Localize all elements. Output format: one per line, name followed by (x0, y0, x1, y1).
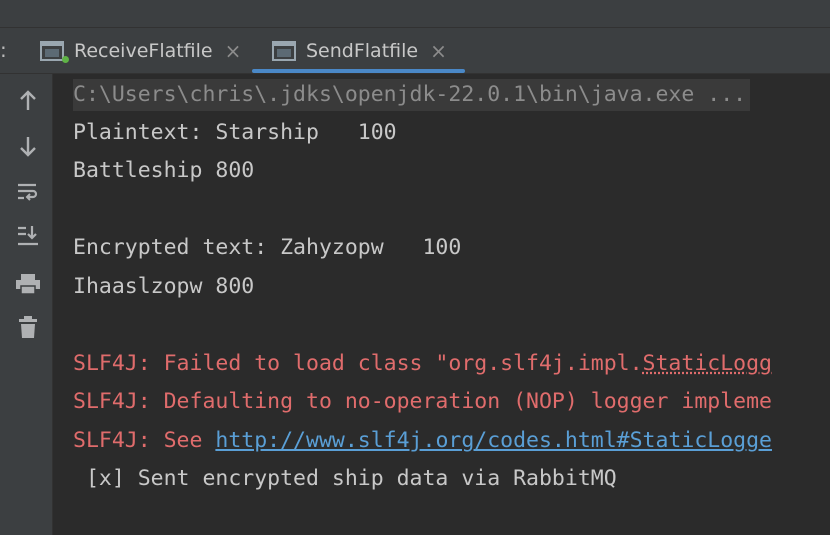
scroll-to-end-icon[interactable] (13, 221, 43, 251)
clear-all-icon[interactable] (13, 312, 43, 342)
error-line: SLF4J: Failed to load class "org.slf4j.i… (73, 348, 772, 380)
scroll-down-icon[interactable] (13, 131, 43, 161)
running-indicator-icon (62, 55, 69, 63)
slf4j-docs-link[interactable]: http://www.slf4j.org/codes.html#StaticLo… (215, 428, 772, 453)
title-strip (0, 0, 830, 28)
error-class-reference[interactable]: StaticLogg (643, 351, 772, 376)
console-window-icon (40, 40, 69, 63)
error-text: SLF4J: See (73, 428, 216, 453)
print-icon[interactable] (13, 269, 43, 299)
command-line[interactable]: C:\Users\chris\.jdks\openjdk-22.0.1\bin\… (73, 79, 751, 111)
tab-label: SendFlatfile (306, 39, 419, 62)
output-line: Ihaaslzopw 800 (73, 274, 255, 299)
output-line: [x] Sent encrypted ship data via RabbitM… (73, 466, 617, 491)
run-tab-bar: : ReceiveFlatfile × SendFlatfile × (0, 28, 830, 74)
close-icon[interactable]: × (430, 39, 447, 63)
output-line: Plaintext: Starship 100 (73, 120, 397, 145)
tab-label: ReceiveFlatfile (74, 39, 213, 62)
error-line: SLF4J: See http://www.slf4j.org/codes.ht… (73, 425, 772, 457)
console-toolbar (0, 74, 53, 535)
close-icon[interactable]: × (225, 39, 242, 63)
error-line: SLF4J: Defaulting to no-operation (NOP) … (73, 389, 772, 414)
error-text: SLF4J: Failed to load class "org.slf4j.i… (73, 351, 643, 376)
output-line: Encrypted text: Zahyzopw 100 (73, 235, 462, 260)
tab-receiveflatfile[interactable]: ReceiveFlatfile × (40, 28, 241, 73)
output-line: Battleship 800 (73, 158, 255, 183)
tab-sendflatfile[interactable]: SendFlatfile × (252, 28, 465, 73)
soft-wrap-icon[interactable] (13, 177, 43, 207)
console-window-icon (272, 40, 298, 62)
tab-prefix: : (0, 38, 7, 62)
scroll-up-icon[interactable] (13, 86, 43, 116)
console-output[interactable]: C:\Users\chris\.jdks\openjdk-22.0.1\bin\… (53, 74, 830, 535)
